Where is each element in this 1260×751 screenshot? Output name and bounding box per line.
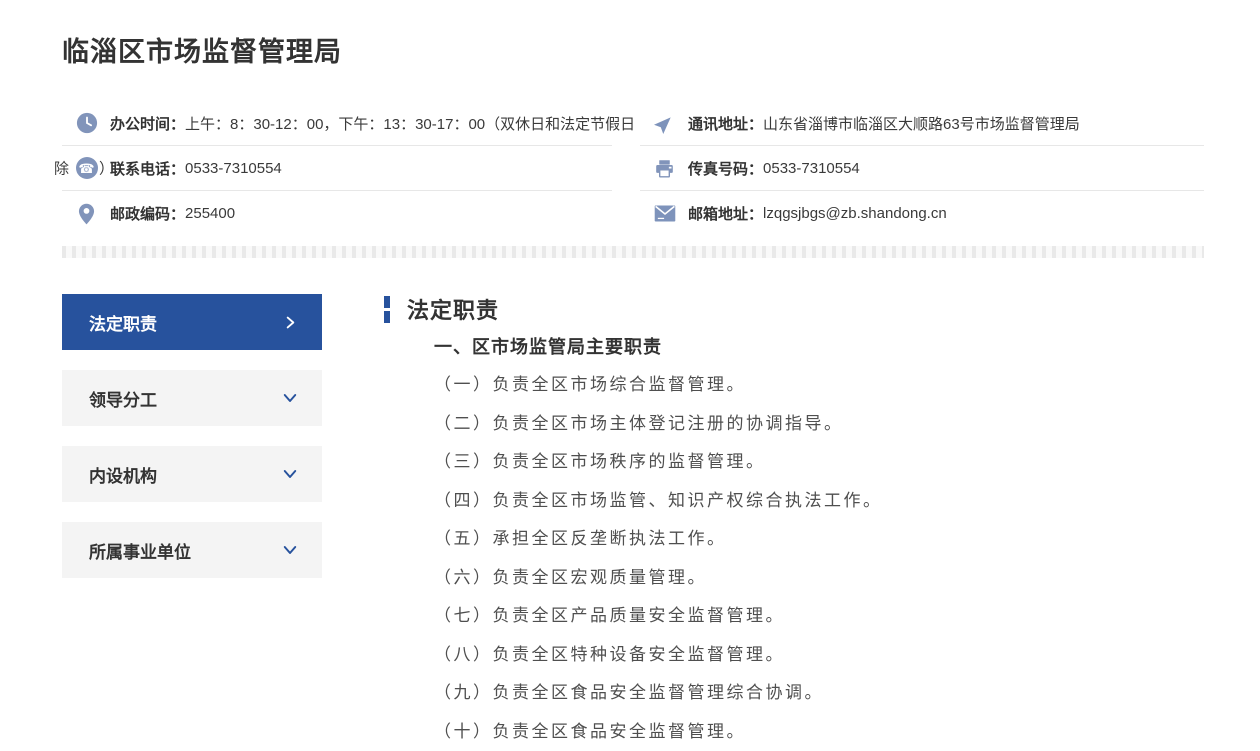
phone-label: 联系电话： bbox=[110, 158, 185, 179]
sidebar-nav: 法定职责 领导分工 内设机构 所属事业单位 bbox=[62, 294, 322, 598]
fax-label: 传真号码： bbox=[688, 158, 763, 179]
chevron-down-icon bbox=[281, 389, 299, 407]
send-icon bbox=[653, 112, 676, 135]
duty-item: （四）负责全区市场监管、知识产权综合执法工作。 bbox=[434, 482, 1204, 521]
duty-item: （六）负责全区宏观质量管理。 bbox=[434, 559, 1204, 598]
fax-row: 传真号码： 0533-7310554 bbox=[640, 146, 1204, 191]
postcode-value: 255400 bbox=[185, 205, 235, 222]
fax-icon bbox=[653, 157, 676, 180]
mail-icon bbox=[653, 202, 676, 225]
duty-item: （三）负责全区市场秩序的监督管理。 bbox=[434, 443, 1204, 482]
duty-item: （八）负责全区特种设备安全监督管理。 bbox=[434, 636, 1204, 675]
duty-item: （九）负责全区食品安全监督管理综合协调。 bbox=[434, 674, 1204, 713]
contact-info-section: 办公时间： 上午：8：30-12：00，下午：13：30-17：00（双休日和法… bbox=[62, 101, 1204, 236]
subsection-title: 一、区市场监管局主要职责 bbox=[434, 333, 1204, 359]
main-content: 法定职责 一、区市场监管局主要职责 （一）负责全区市场综合监督管理。 （二）负责… bbox=[384, 294, 1204, 751]
phone-icon-glyph: ☎ bbox=[76, 157, 98, 179]
address-label: 通讯地址： bbox=[688, 113, 763, 134]
striped-divider bbox=[62, 246, 1204, 258]
sidebar-item-leadership[interactable]: 领导分工 bbox=[62, 370, 322, 426]
sidebar-item-label: 内设机构 bbox=[89, 462, 157, 487]
duty-item: （七）负责全区产品质量安全监督管理。 bbox=[434, 597, 1204, 636]
phone-value: 0533-7310554 bbox=[185, 160, 282, 177]
duty-item: （一）负责全区市场综合监督管理。 bbox=[434, 366, 1204, 405]
duty-item: （五）承担全区反垄断执法工作。 bbox=[434, 520, 1204, 559]
section-marker-bar bbox=[384, 296, 390, 323]
phone-icon: ☎ bbox=[75, 157, 98, 180]
page: 临淄区市场监督管理局 办公时间： 上午：8：30-12：00，下午：13：30-… bbox=[0, 0, 1260, 751]
postcode-row: 邮政编码： 255400 bbox=[62, 191, 612, 236]
office-hours-wrap-suffix: ） bbox=[99, 158, 114, 179]
office-hours-wrap-prefix: 除 bbox=[54, 158, 69, 179]
office-hours-label: 办公时间： bbox=[110, 113, 185, 134]
address-value: 山东省淄博市临淄区大顺路63号市场监督管理局 bbox=[763, 113, 1080, 134]
chevron-down-icon bbox=[281, 465, 299, 483]
email-label: 邮箱地址： bbox=[688, 203, 763, 224]
office-hours-row: 办公时间： 上午：8：30-12：00，下午：13：30-17：00（双休日和法… bbox=[62, 101, 612, 146]
chevron-down-icon bbox=[281, 541, 299, 559]
sidebar-item-internal-orgs[interactable]: 内设机构 bbox=[62, 446, 322, 502]
sidebar-item-label: 所属事业单位 bbox=[89, 538, 191, 563]
address-row: 通讯地址： 山东省淄博市临淄区大顺路63号市场监督管理局 bbox=[640, 101, 1204, 146]
sidebar-item-label: 法定职责 bbox=[89, 310, 157, 335]
chevron-right-icon bbox=[282, 314, 299, 331]
section-header: 法定职责 bbox=[384, 294, 1204, 324]
sidebar-item-legal-duties[interactable]: 法定职责 bbox=[62, 294, 322, 350]
page-title: 临淄区市场监督管理局 bbox=[62, 0, 1204, 69]
sidebar-item-label: 领导分工 bbox=[89, 386, 157, 411]
content-area: 法定职责 领导分工 内设机构 所属事业单位 bbox=[62, 294, 1204, 751]
duties-list: （一）负责全区市场综合监督管理。 （二）负责全区市场主体登记注册的协调指导。 （… bbox=[434, 366, 1204, 751]
clock-icon bbox=[75, 112, 98, 135]
location-pin-icon bbox=[75, 202, 98, 225]
sidebar-item-affiliated-units[interactable]: 所属事业单位 bbox=[62, 522, 322, 578]
fax-value: 0533-7310554 bbox=[763, 160, 860, 177]
email-value: lzqgsjbgs@zb.shandong.cn bbox=[763, 205, 947, 222]
email-row: 邮箱地址： lzqgsjbgs@zb.shandong.cn bbox=[640, 191, 1204, 236]
postcode-label: 邮政编码： bbox=[110, 203, 185, 224]
duty-item: （二）负责全区市场主体登记注册的协调指导。 bbox=[434, 405, 1204, 444]
phone-row: 除 ） ☎ 联系电话： 0533-7310554 bbox=[62, 146, 612, 191]
section-title: 法定职责 bbox=[407, 293, 499, 325]
office-hours-value: 上午：8：30-12：00，下午：13：30-17：00（双休日和法定节假日 bbox=[185, 113, 635, 134]
